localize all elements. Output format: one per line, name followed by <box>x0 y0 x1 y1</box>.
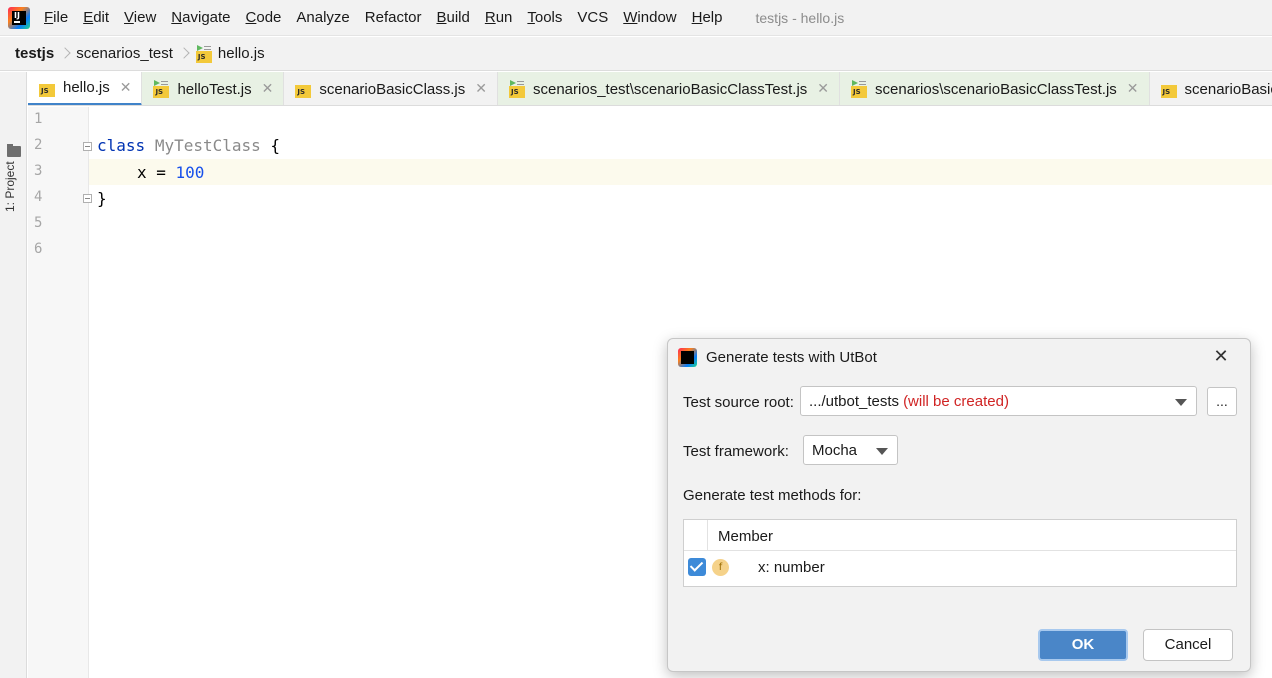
will-be-created-note: (will be created) <box>903 392 1009 410</box>
breadcrumb-separator-icon <box>180 46 187 62</box>
breadcrumb-file[interactable]: JS hello.js <box>195 44 265 63</box>
tab-label: scenarioBasicClass.js <box>319 80 466 98</box>
tab-scenariobasicclass-js[interactable]: JS scenarioBasicClass.js ✕ <box>284 72 498 105</box>
caret-line-highlight <box>28 159 1272 185</box>
intellij-logo-icon: IJ <box>8 6 30 29</box>
menu-view[interactable]: View <box>124 9 156 26</box>
js-file-icon: JS <box>1160 80 1178 98</box>
member-checkbox[interactable] <box>688 558 706 576</box>
menu-file[interactable]: File <box>44 9 68 26</box>
line-number: 4 <box>34 189 43 205</box>
left-tool-strip: 1: Project <box>0 72 27 678</box>
menu-window[interactable]: Window <box>623 9 676 26</box>
field-icon: f <box>712 559 729 576</box>
menu-edit[interactable]: Edit <box>83 9 109 26</box>
table-header-checkbox-column <box>684 520 708 551</box>
breadcrumb: testjs scenarios_test JS hello.js <box>0 37 1272 71</box>
line-number: 3 <box>34 163 43 179</box>
close-icon[interactable]: ✕ <box>817 81 829 97</box>
test-source-root-label: Test source root: <box>683 394 794 411</box>
menu-run[interactable]: Run <box>485 9 513 26</box>
close-icon[interactable]: ✕ <box>1211 347 1231 367</box>
menu-vcs[interactable]: VCS <box>577 9 608 26</box>
folder-icon[interactable] <box>7 144 21 157</box>
tab-scenariobasictoplevel-js[interactable]: JS scenarioBasicToplevel.js <box>1150 72 1272 105</box>
test-framework-label: Test framework: <box>683 443 789 460</box>
line-number: 5 <box>34 215 43 231</box>
menu-build[interactable]: Build <box>436 9 469 26</box>
breadcrumb-file-label: hello.js <box>217 45 265 62</box>
js-file-icon: JS <box>38 79 56 97</box>
generate-for-label: Generate test methods for: <box>683 487 862 504</box>
window-title: testjs - hello.js <box>755 9 845 26</box>
menu-analyze[interactable]: Analyze <box>296 9 349 26</box>
js-test-file-icon: JS <box>508 80 526 98</box>
close-icon[interactable]: ✕ <box>262 81 274 97</box>
tab-label: hello.js <box>63 79 110 96</box>
close-icon[interactable]: ✕ <box>475 81 487 97</box>
tab-scenarios-scenariobasicclasstest-js[interactable]: JS scenarios\scenarioBasicClassTest.js ✕ <box>840 72 1150 105</box>
line-number: 2 <box>34 137 43 153</box>
menu-code[interactable]: Code <box>246 9 282 26</box>
breadcrumb-project[interactable]: testjs <box>15 45 54 62</box>
test-framework-select[interactable]: Mocha <box>803 435 898 465</box>
fold-toggle-icon[interactable] <box>83 142 92 151</box>
test-framework-value: Mocha <box>812 441 858 459</box>
menu-help[interactable]: Help <box>692 9 723 26</box>
test-source-root-select[interactable]: .../utbot_tests (will be created) <box>800 386 1197 416</box>
code-line-3[interactable]: x = 100 <box>137 163 204 182</box>
editor-tab-bar: JS hello.js ✕ JS helloTest.js ✕ JS scena… <box>28 72 1272 106</box>
intellij-logo-icon <box>678 348 697 367</box>
ok-button[interactable]: OK <box>1038 629 1128 661</box>
breadcrumb-folder[interactable]: scenarios_test <box>76 45 173 62</box>
code-line-4[interactable]: } <box>97 189 107 208</box>
fold-toggle-icon[interactable] <box>83 194 92 203</box>
table-header-member: Member <box>708 520 1236 551</box>
tab-scenarios-test-scenariobasicclasstest-js[interactable]: JS scenarios_test\scenarioBasicClassTest… <box>498 72 841 105</box>
line-number: 1 <box>34 111 43 127</box>
js-test-file-icon: JS <box>850 80 868 98</box>
menu-tools[interactable]: Tools <box>527 9 562 26</box>
menu-navigate[interactable]: Navigate <box>171 9 230 26</box>
cancel-button[interactable]: Cancel <box>1143 629 1233 661</box>
browse-button[interactable]: ... <box>1207 387 1237 416</box>
table-row[interactable]: f x: number <box>684 552 1236 586</box>
tab-label: helloTest.js <box>177 80 252 98</box>
menu-refactor[interactable]: Refactor <box>365 9 422 26</box>
js-test-file-icon: JS <box>195 44 213 63</box>
js-test-file-icon: JS <box>152 80 170 98</box>
tab-label: scenarios_test\scenarioBasicClassTest.js <box>533 80 808 98</box>
tab-hello-js[interactable]: JS hello.js ✕ <box>28 72 143 105</box>
tab-label: scenarioBasicToplevel.js <box>1184 80 1272 98</box>
generate-tests-dialog: Generate tests with UtBot ✕ Test source … <box>667 338 1251 672</box>
member-name: x: number <box>758 559 825 576</box>
close-icon[interactable]: ✕ <box>120 80 132 96</box>
chevron-down-icon <box>1175 399 1187 406</box>
breadcrumb-separator-icon <box>61 46 68 62</box>
tab-label: scenarios\scenarioBasicClassTest.js <box>875 80 1117 98</box>
tab-hellotest-js[interactable]: JS helloTest.js ✕ <box>142 72 285 105</box>
close-icon[interactable]: ✕ <box>1127 81 1139 97</box>
code-line-2[interactable]: class MyTestClass { <box>97 136 280 155</box>
dialog-title: Generate tests with UtBot <box>706 349 877 366</box>
members-table: Member f x: number <box>683 519 1237 587</box>
line-number: 6 <box>34 241 43 257</box>
test-source-root-value: .../utbot_tests <box>809 392 900 410</box>
menu-bar: IJ File Edit View Navigate Code Analyze … <box>0 0 1272 36</box>
chevron-down-icon <box>876 448 888 455</box>
js-file-icon: JS <box>294 80 312 98</box>
editor-gutter: 1 2 3 4 5 6 <box>28 107 92 678</box>
